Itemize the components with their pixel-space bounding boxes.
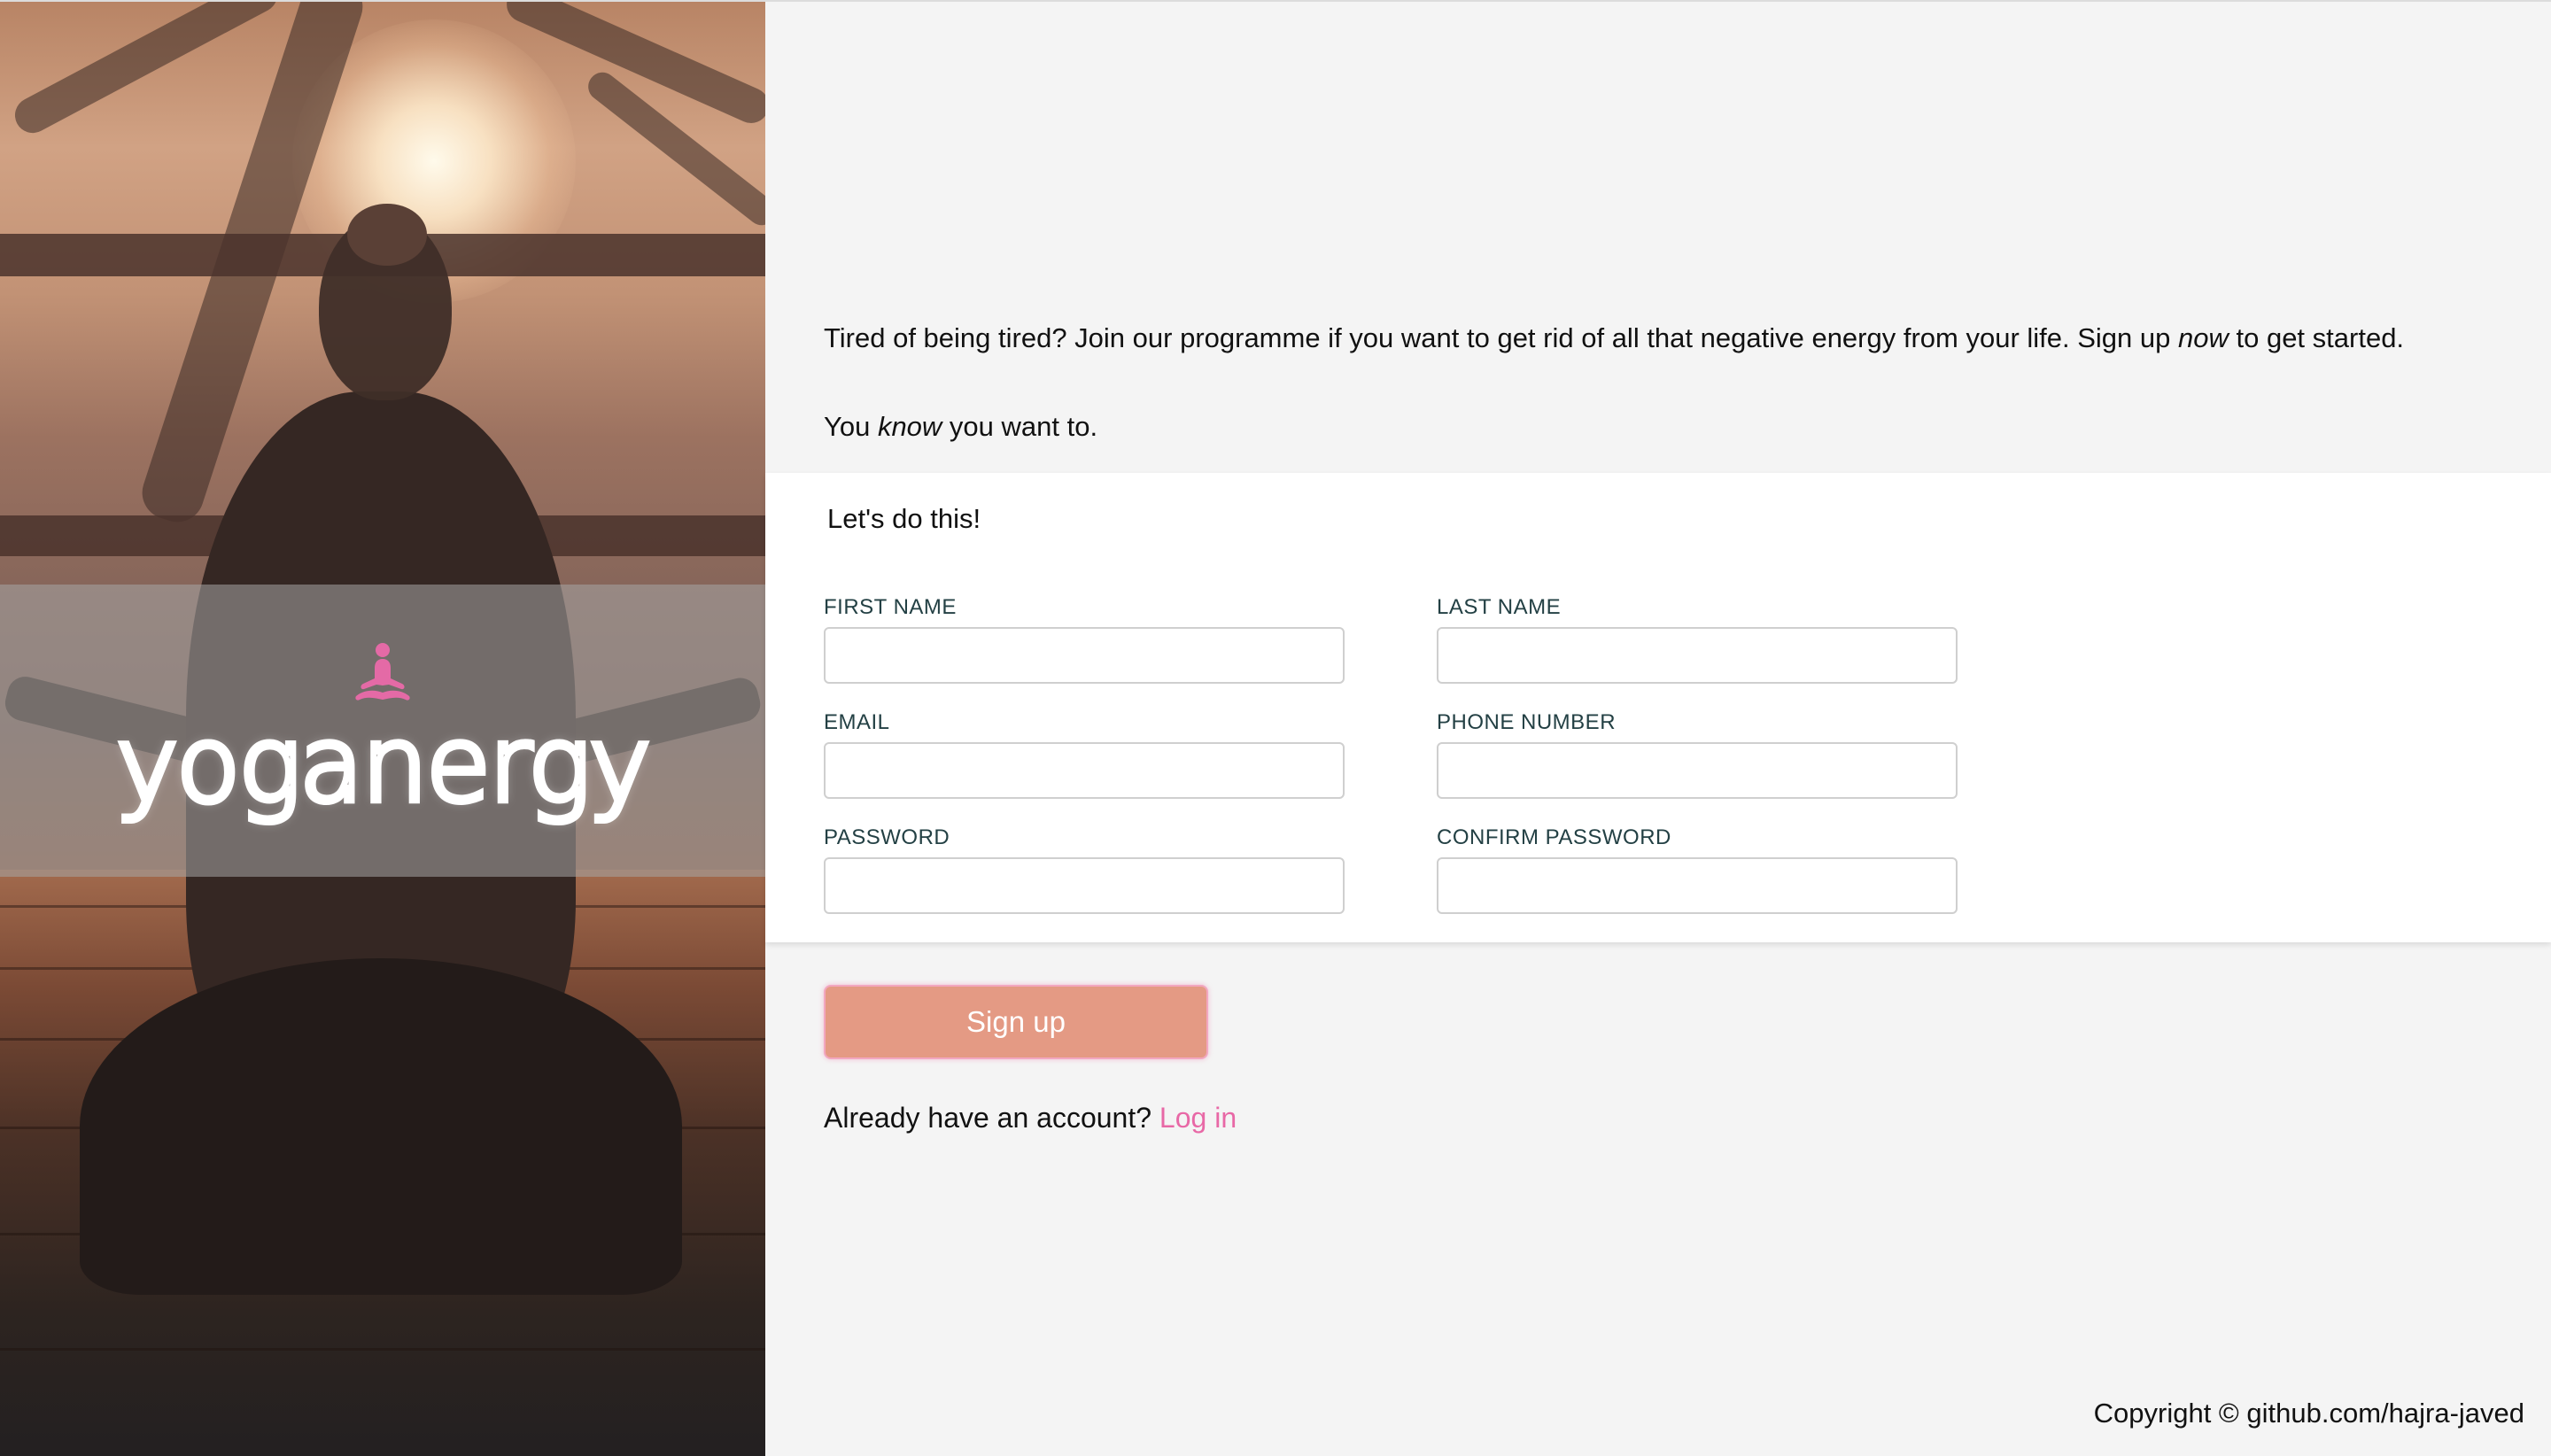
phone-label: PHONE NUMBER xyxy=(1437,710,1617,734)
intro-line-2-end: you want to. xyxy=(942,411,1098,442)
email-input[interactable] xyxy=(824,742,1345,799)
signup-page: yoganergy Tired of being tired? Join our… xyxy=(0,0,2551,1456)
signup-button[interactable]: Sign up xyxy=(824,985,1208,1059)
signup-form: Let's do this! FIRST NAME LAST NAME EMAI… xyxy=(765,473,2551,942)
brand-band: yoganergy xyxy=(0,585,765,877)
intro-line-1-end: to get started. xyxy=(2228,322,2405,353)
first-name-label: FIRST NAME xyxy=(824,595,957,619)
phone-input[interactable] xyxy=(1437,742,1958,799)
email-group: EMAIL xyxy=(824,710,1345,799)
intro-line-1-start: Tired of being tired? Join our programme… xyxy=(824,322,2178,353)
intro-line-2-start: You xyxy=(824,411,878,442)
intro-text: Tired of being tired? Join our programme… xyxy=(824,321,2404,445)
figure-legs xyxy=(80,958,682,1295)
first-name-group: FIRST NAME xyxy=(824,595,1345,684)
figure-hair-bun xyxy=(347,204,427,266)
password-group: PASSWORD xyxy=(824,825,1345,914)
palm-frond xyxy=(8,2,284,140)
intro-line-2-emphasis: know xyxy=(877,411,942,442)
login-prompt: Already have an account? Log in xyxy=(824,1102,1237,1135)
hero-image: yoganergy xyxy=(0,2,765,1456)
login-link[interactable]: Log in xyxy=(1159,1102,1237,1134)
intro-line-1-emphasis: now xyxy=(2178,322,2229,353)
first-name-input[interactable] xyxy=(824,627,1345,684)
last-name-input[interactable] xyxy=(1437,627,1958,684)
intro-line-2: You know you want to. xyxy=(824,409,2404,445)
password-label: PASSWORD xyxy=(824,825,950,849)
phone-group: PHONE NUMBER xyxy=(1437,710,1958,799)
last-name-group: LAST NAME xyxy=(1437,595,1958,684)
main-content: Tired of being tired? Join our programme… xyxy=(765,2,2551,1456)
last-name-label: LAST NAME xyxy=(1437,595,1562,619)
login-prompt-text: Already have an account? xyxy=(824,1102,1159,1134)
intro-line-1: Tired of being tired? Join our programme… xyxy=(824,321,2404,356)
confirm-password-input[interactable] xyxy=(1437,857,1958,914)
confirm-password-group: CONFIRM PASSWORD xyxy=(1437,825,1958,914)
meditation-icon xyxy=(355,643,410,701)
form-title: Let's do this! xyxy=(827,503,981,534)
copyright-text: Copyright © github.com/hajra-javed xyxy=(2093,1398,2524,1429)
confirm-password-label: CONFIRM PASSWORD xyxy=(1437,825,1671,849)
password-input[interactable] xyxy=(824,857,1345,914)
brand-logo-text: yoganergy xyxy=(113,703,655,825)
email-label: EMAIL xyxy=(824,710,890,734)
